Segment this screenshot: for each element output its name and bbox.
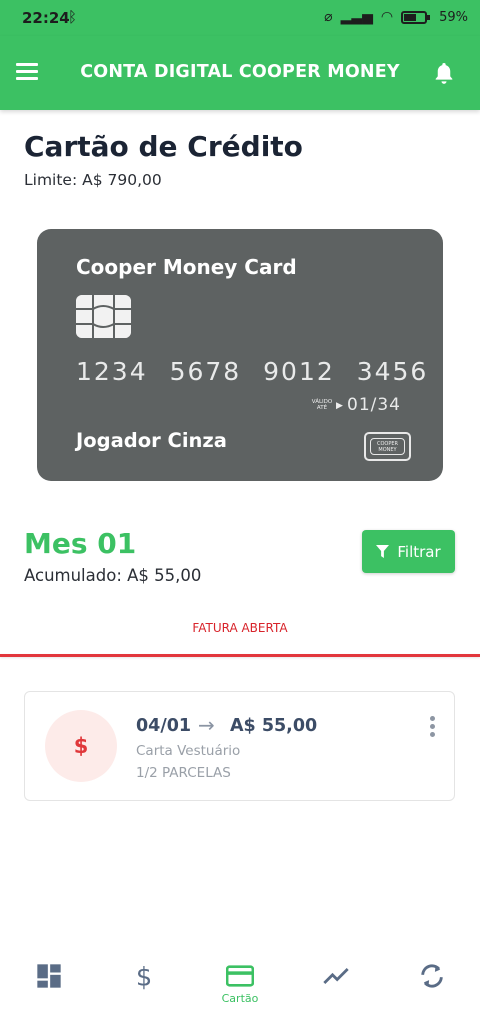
more-options-icon[interactable] — [427, 716, 437, 740]
status-icons: ⌀ ▂▃▅ ◠ 59% — [324, 9, 468, 25]
card-holder: Jogador Cinza — [76, 429, 227, 452]
valid-arrow-icon: ▶ — [336, 401, 343, 411]
card-number: 1234 5678 9012 3456 — [76, 357, 429, 386]
accumulated-total: Acumulado: A$ 55,00 — [24, 566, 202, 585]
transaction-installments: 1/2 PARCELAS — [136, 765, 231, 781]
nav-card[interactable]: Cartão — [210, 962, 270, 1008]
transaction-card[interactable]: $ 04/01 → A$ 55,00 Carta Vestuário 1/2 P… — [24, 691, 455, 801]
status-time: 22:24 — [22, 9, 70, 27]
logo-text: COOPER MONEY — [370, 438, 405, 455]
nav-exchange[interactable] — [402, 962, 462, 1008]
battery-level: 59% — [439, 9, 468, 25]
dollar-icon: $ — [136, 962, 152, 990]
alarm-off-icon: ⌀ — [324, 9, 333, 25]
transaction-description: Carta Vestuário — [136, 743, 241, 759]
credit-card[interactable]: Cooper Money Card 1234 5678 9012 3456 VÁ… — [37, 229, 443, 481]
trending-up-icon — [323, 968, 349, 984]
filter-label: Filtrar — [397, 542, 441, 561]
nav-investments[interactable] — [306, 962, 366, 1008]
nav-dashboard[interactable] — [19, 962, 79, 1008]
arrow-right-icon: → — [198, 713, 215, 737]
chip-icon — [76, 295, 131, 338]
filter-icon — [376, 545, 390, 558]
sync-icon — [421, 964, 443, 988]
nav-card-label: Cartão — [221, 992, 259, 1005]
transaction-amount: A$ 55,00 — [230, 716, 318, 736]
page-title: Cartão de Crédito — [24, 130, 303, 163]
credit-card-icon — [226, 965, 254, 987]
transaction-date: 04/01 — [136, 716, 192, 736]
status-bar: 22:24 ᛒ ⌀ ▂▃▅ ◠ 59% — [0, 0, 480, 36]
card-expiry: 01/34 — [347, 395, 401, 415]
filter-button[interactable]: Filtrar — [362, 530, 455, 573]
credit-limit: Limite: A$ 790,00 — [24, 171, 162, 189]
battery-icon — [401, 10, 431, 24]
app-bar: CONTA DIGITAL COOPER MONEY — [0, 36, 480, 110]
valid-label: VÁLIDO ATÉ — [311, 399, 333, 411]
dashboard-icon — [37, 964, 61, 988]
invoice-divider — [0, 654, 480, 657]
nav-finance[interactable]: $ — [114, 962, 174, 1008]
svg-text:$: $ — [136, 962, 152, 990]
invoice-status: FATURA ABERTA — [192, 621, 288, 635]
month-title: Mes 01 — [24, 527, 137, 560]
bluetooth-icon: ᛒ — [68, 8, 78, 26]
notification-bell-icon[interactable] — [434, 61, 454, 85]
cooper-money-logo: COOPER MONEY — [364, 432, 411, 461]
card-brand-name: Cooper Money Card — [76, 255, 297, 279]
wifi-icon: ◠ — [380, 9, 394, 25]
bottom-nav: $ Cartão — [0, 948, 480, 1012]
signal-icon: ▂▃▅ — [340, 9, 373, 25]
app-title: CONTA DIGITAL COOPER MONEY — [80, 62, 400, 82]
dollar-icon: $ — [45, 710, 117, 782]
